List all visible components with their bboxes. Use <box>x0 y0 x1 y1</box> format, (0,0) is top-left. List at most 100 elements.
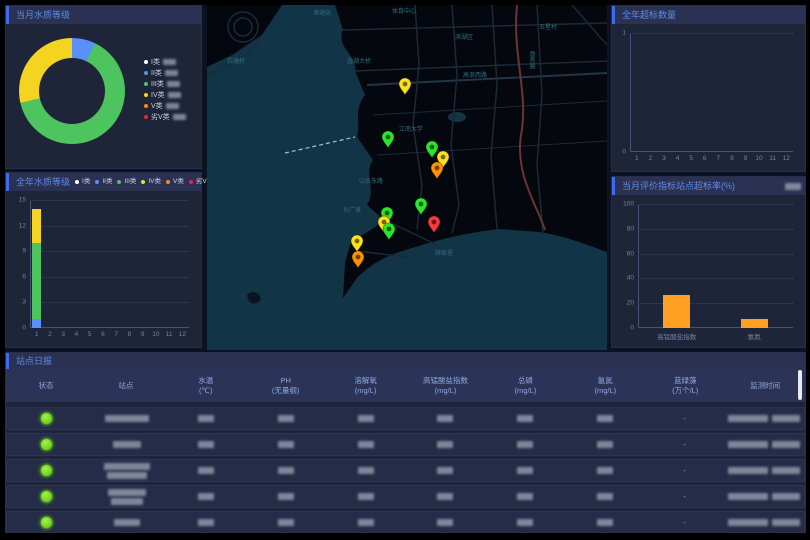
station-cell <box>87 518 167 527</box>
x-axis-tick-label: 6 <box>101 331 105 338</box>
gridline <box>638 254 793 255</box>
map-place-label: 石塘桥 <box>227 57 245 65</box>
gridline <box>30 200 189 201</box>
legend-dot <box>144 104 148 108</box>
gridline <box>30 302 189 303</box>
map[interactable]: 渔港站体育中心石塘桥滨湖区五星村高浪西路蠡湖大桥江南大学隐秀路山水东路长广溪薛家… <box>207 5 607 350</box>
map-place-label: 五星村 <box>539 23 557 31</box>
table-row[interactable]: - <box>6 511 805 532</box>
legend-label: I类 <box>151 57 160 67</box>
measure-cell <box>485 492 565 501</box>
legend-item[interactable]: V类 <box>144 100 186 111</box>
legend-item[interactable]: III类 <box>144 78 186 89</box>
x-axis-tick-label: 8 <box>128 331 132 338</box>
legend-dot <box>117 180 121 184</box>
status-cell <box>7 490 87 503</box>
redacted-value <box>517 467 533 474</box>
redacted-value <box>278 493 294 500</box>
table-scrollbar[interactable] <box>798 370 802 400</box>
x-axis-tick-label: 1 <box>35 331 39 338</box>
bar <box>741 319 768 328</box>
redacted-value <box>104 463 150 470</box>
map-canvas[interactable]: 渔港站体育中心石塘桥滨湖区五星村高浪西路蠡湖大桥江南大学隐秀路山水东路长广溪薛家… <box>207 5 607 350</box>
measure-cell <box>166 492 246 501</box>
legend-label: III类 <box>151 79 164 89</box>
station-cell <box>87 462 167 480</box>
y-axis-tick-label: 3 <box>10 299 26 306</box>
legend-item[interactable]: II类 <box>95 173 112 191</box>
status-cell <box>7 412 87 425</box>
algae-cell: - <box>645 414 725 423</box>
status-cell <box>7 438 87 451</box>
column-header: 状态 <box>6 369 86 402</box>
legend-item[interactable]: 劣V类 <box>144 111 186 122</box>
time-cell <box>724 492 804 501</box>
x-axis-tick-label: 11 <box>769 155 776 162</box>
status-cell <box>7 464 87 477</box>
legend-item[interactable]: II类 <box>144 67 186 78</box>
legend-item[interactable]: I类 <box>144 56 186 67</box>
legend-dot <box>141 180 145 184</box>
measure-cell <box>166 466 246 475</box>
map-pin-hole <box>356 255 361 260</box>
x-axis-tick-label: 6 <box>703 155 707 162</box>
panel-title: 当月水质等级 <box>16 6 70 24</box>
map-place-label: 渔港站 <box>313 9 331 17</box>
map-pin-hole <box>403 82 408 87</box>
legend-value-redacted <box>163 59 176 65</box>
measure-cell <box>485 518 565 527</box>
redacted-value <box>198 493 214 500</box>
legend-value-redacted <box>173 114 186 120</box>
x-axis-tick-label: 3 <box>662 155 666 162</box>
column-header: 站点 <box>86 369 166 402</box>
redacted-value <box>517 493 533 500</box>
table-row[interactable]: - <box>6 407 805 430</box>
x-axis-tick-label: 12 <box>179 331 186 338</box>
station-cell <box>87 414 167 423</box>
y-axis-tick-label: 0 <box>616 325 634 332</box>
map-pin-hole <box>441 155 446 160</box>
measure-cell <box>406 518 486 527</box>
measure-cell <box>246 414 326 423</box>
x-axis-tick-label: 11 <box>166 331 173 338</box>
legend-value-redacted <box>165 70 178 76</box>
redacted-value <box>437 493 453 500</box>
legend-dot <box>189 180 193 184</box>
measure-cell <box>485 440 565 449</box>
time-cell <box>724 518 804 527</box>
legend-item[interactable]: I类 <box>75 173 90 191</box>
table-row[interactable]: - <box>6 485 805 508</box>
redacted-value <box>772 415 800 422</box>
redacted-value <box>108 489 146 496</box>
legend-item[interactable]: IV类 <box>144 89 186 100</box>
legend-label: II类 <box>102 173 112 191</box>
redacted-value <box>278 467 294 474</box>
y-axis-tick-label: 6 <box>10 273 26 280</box>
panel-exceed-rate: 当月评价指标站点超标率(%) 020406080100高锰酸盐指数氨氮 <box>611 176 806 348</box>
legend-item[interactable]: V类 <box>166 173 184 191</box>
panel-title: 当月评价指标站点超标率(%) <box>622 177 735 195</box>
table-row[interactable]: - <box>6 433 805 456</box>
algae-value: - <box>683 414 686 423</box>
legend-item-redacted[interactable] <box>785 183 801 190</box>
measure-cell <box>246 466 326 475</box>
redacted-value <box>517 441 533 448</box>
redacted-value <box>597 467 613 474</box>
table-row[interactable]: - <box>6 459 805 482</box>
map-pin-hole <box>419 202 424 207</box>
measure-cell <box>406 466 486 475</box>
redacted-value <box>278 415 294 422</box>
annual-grade-chart: 03691215123456789101112 <box>10 193 197 343</box>
x-axis-tick-label: 7 <box>114 331 118 338</box>
y-axis-tick-label: 20 <box>616 300 634 307</box>
legend-item[interactable]: III类 <box>117 173 136 191</box>
measure-cell <box>565 518 645 527</box>
redacted-value <box>437 519 453 526</box>
measure-cell <box>326 414 406 423</box>
legend-item[interactable]: IV类 <box>141 173 161 191</box>
redacted-value <box>728 493 768 500</box>
x-axis-tick-label: 10 <box>755 155 762 162</box>
chart-plot-area <box>638 204 793 328</box>
x-axis-tick-label: 4 <box>75 331 79 338</box>
gridline <box>638 229 793 230</box>
